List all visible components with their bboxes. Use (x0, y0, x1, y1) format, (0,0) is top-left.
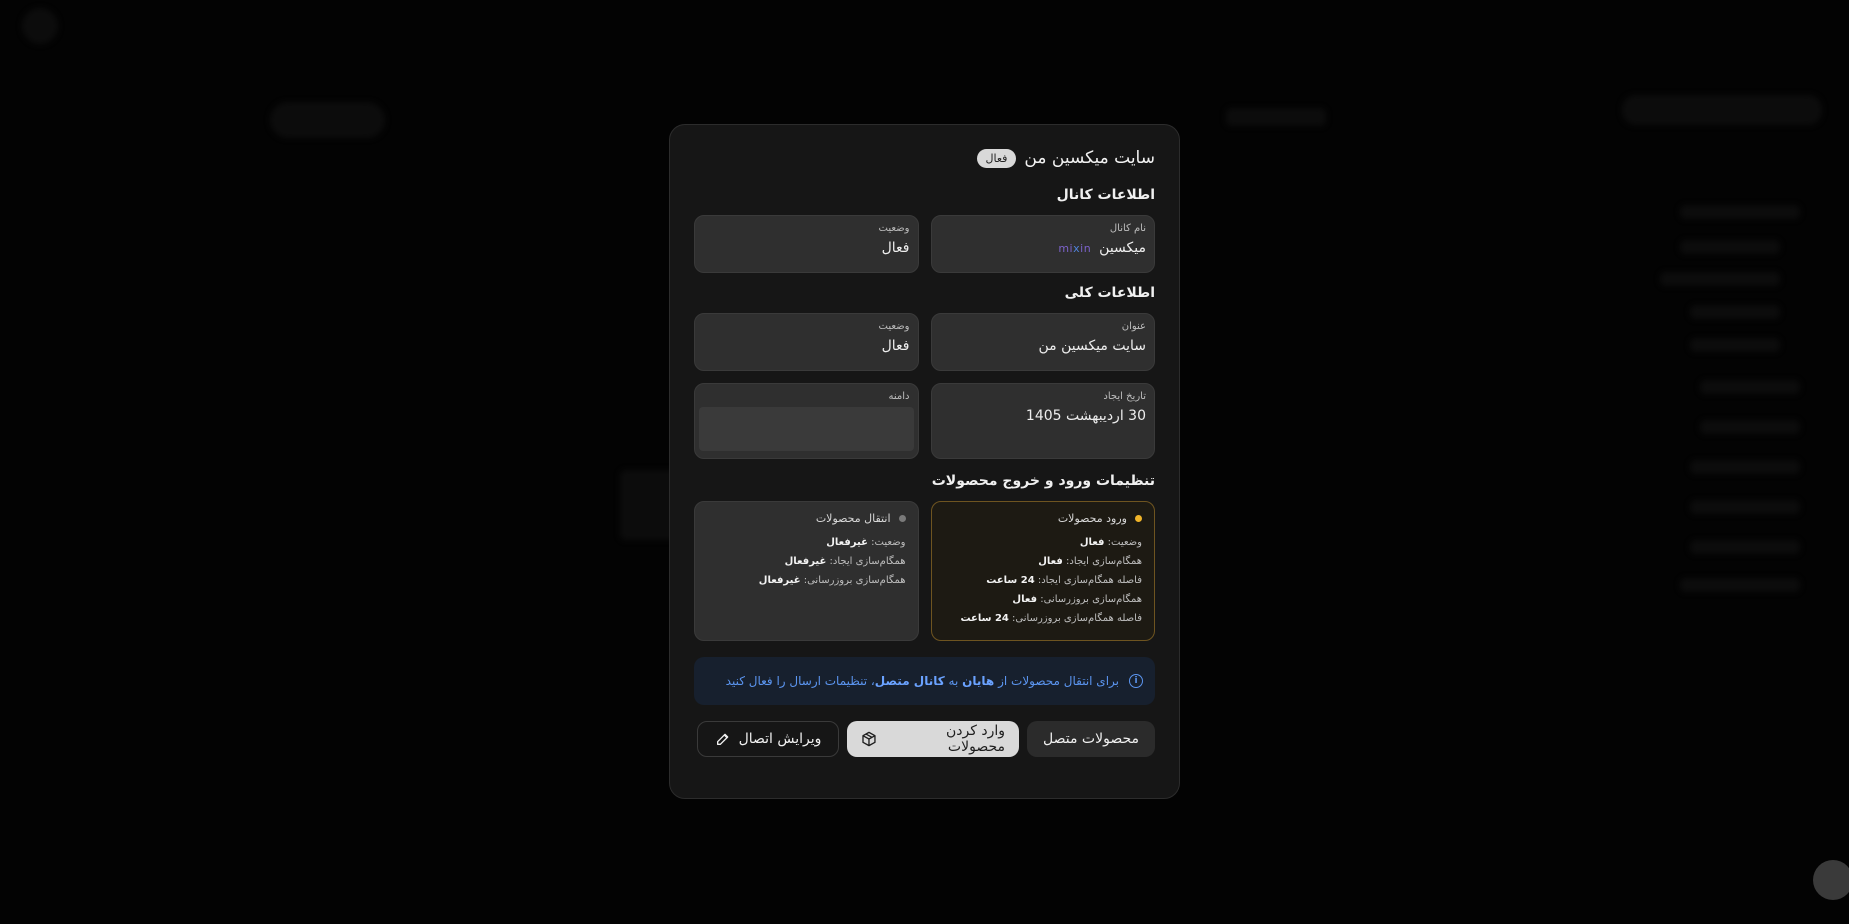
domain-field: دامنه (694, 383, 919, 459)
title-value: سایت میکسین من (1038, 338, 1146, 354)
import-status-dot (1135, 515, 1142, 522)
general-status-value: فعال (881, 338, 910, 354)
import-row: فاصله همگام‌سازی بروزرسانی: 24 ساعت (960, 613, 1142, 624)
transfer-row: وضعیت: غیرفعال (826, 537, 906, 548)
title-label: عنوان (1121, 321, 1146, 332)
import-products-label: وارد کردن محصولات (945, 723, 1005, 755)
general-info-grid: عنوان سایت میکسین من وضعیت فعال تاریخ ای… (694, 313, 1155, 459)
transfer-products-card: انتقال محصولات وضعیت: غیرفعال همگام‌سازی… (694, 501, 919, 641)
title-field: عنوان سایت میکسین من (930, 313, 1155, 371)
channel-info-title: اطلاعات کانال (1056, 187, 1155, 203)
connected-products-button[interactable]: محصولات متصل (1027, 721, 1155, 757)
import-row: وضعیت: فعال (1079, 537, 1142, 548)
edit-connection-button[interactable]: ویرایش اتصال (697, 721, 839, 757)
domain-label: دامنه (888, 391, 910, 402)
transfer-row: همگام‌سازی بروزرسانی: غیرفعال (758, 575, 906, 586)
connected-products-label: محصولات متصل (1043, 731, 1139, 747)
products-settings-grid: ورود محصولات وضعیت: فعال همگام‌سازی ایجا… (694, 501, 1155, 641)
import-products-button[interactable]: وارد کردن محصولات (847, 721, 1019, 757)
transfer-row: همگام‌سازی ایجاد: غیرفعال (784, 556, 906, 567)
general-info-title: اطلاعات کلی (1064, 285, 1155, 301)
package-icon (862, 731, 876, 747)
channel-status-value: فعال (881, 240, 910, 256)
transfer-card-head: انتقال محصولات (707, 512, 906, 525)
import-row: همگام‌سازی ایجاد: فعال (1038, 556, 1142, 567)
created-at-field: تاریخ ایجاد 30 اردیبهشت 1405 (930, 383, 1155, 459)
floating-action-button[interactable] (1813, 860, 1849, 900)
general-status-label: وضعیت (878, 321, 910, 332)
import-products-card: ورود محصولات وضعیت: فعال همگام‌سازی ایجا… (930, 501, 1155, 641)
import-card-title: ورود محصولات (1057, 512, 1127, 525)
channel-status-label: وضعیت (878, 223, 910, 234)
modal-actions: محصولات متصل وارد کردن محصولات ویرایش ات… (694, 721, 1155, 757)
general-status-field: وضعیت فعال (694, 313, 919, 371)
created-at-value: 30 اردیبهشت 1405 (1025, 408, 1146, 424)
transfer-card-title: انتقال محصولات (815, 512, 891, 525)
modal-header: سایت میکسین من فعال (694, 147, 1155, 169)
channel-name-field: نام کانال میکسین mixin (930, 215, 1155, 273)
info-icon: i (1129, 674, 1143, 688)
mixin-logo: mixin (1058, 241, 1092, 255)
channel-info-grid: نام کانال میکسین mixin وضعیت فعال (694, 215, 1155, 273)
pencil-icon (716, 733, 728, 745)
created-at-label: تاریخ ایجاد (1103, 391, 1146, 402)
status-badge: فعال (976, 148, 1017, 168)
info-notice-text: برای انتقال محصولات از هایان به کانال مت… (725, 674, 1119, 688)
channel-name-label: نام کانال (1109, 223, 1146, 234)
channel-name-value-row: میکسین mixin (940, 240, 1146, 256)
products-settings-title: تنظیمات ورود و خروج محصولات (931, 473, 1155, 489)
import-row: همگام‌سازی بروزرسانی: فعال (1012, 594, 1142, 605)
domain-value (699, 407, 914, 451)
info-notice: i برای انتقال محصولات از هایان به کانال … (694, 657, 1155, 705)
transfer-status-dot (898, 515, 906, 522)
import-card-head: ورود محصولات (944, 512, 1142, 525)
import-row: فاصله همگام‌سازی ایجاد: 24 ساعت (986, 575, 1142, 586)
edit-connection-label: ویرایش اتصال (738, 731, 822, 747)
channel-details-modal: سایت میکسین من فعال اطلاعات کانال نام کا… (669, 124, 1180, 799)
channel-status-field: وضعیت فعال (694, 215, 919, 273)
channel-name-value: میکسین (1099, 240, 1146, 256)
modal-title: سایت میکسین من (1024, 148, 1155, 168)
